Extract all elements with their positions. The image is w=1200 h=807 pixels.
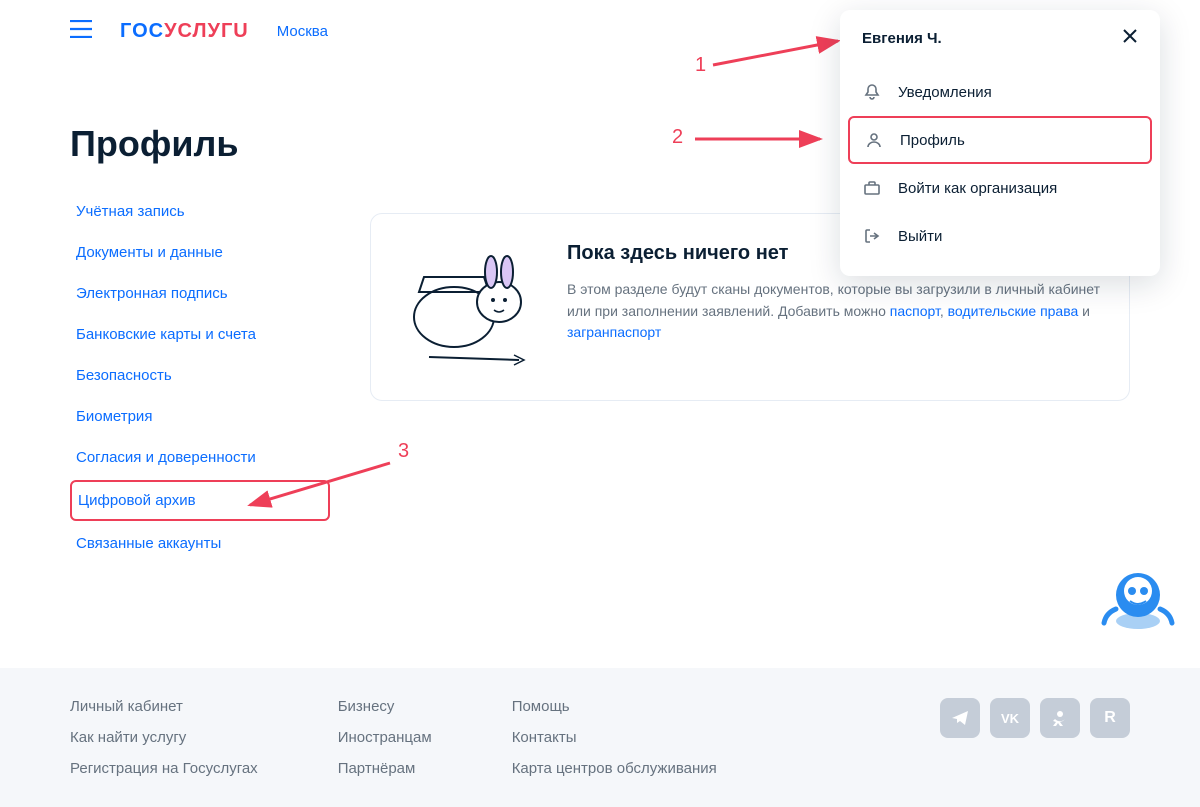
- footer-link[interactable]: Иностранцам: [338, 729, 432, 746]
- card-text-sep: и: [1078, 303, 1090, 319]
- link-intpassport[interactable]: загранпаспорт: [567, 324, 661, 340]
- dropdown-item-label: Уведомления: [898, 84, 992, 101]
- user-icon: [864, 130, 884, 150]
- dropdown-organization[interactable]: Войти как организация: [840, 164, 1160, 212]
- annotation-3: 3: [398, 440, 409, 463]
- empty-illustration: [399, 242, 549, 372]
- sidebar-item-label: Электронная подпись: [76, 285, 228, 302]
- annotation-1: 1: [695, 54, 706, 77]
- mascot-icon[interactable]: [1098, 557, 1178, 637]
- sidebar-item-label: Учётная запись: [76, 203, 185, 220]
- sidebar-item-label: Безопасность: [76, 367, 172, 384]
- sidebar-item-label: Связанные аккаунты: [76, 535, 221, 552]
- sidebar-item-label: Биометрия: [76, 408, 152, 425]
- dropdown-header: Евгения Ч.: [840, 10, 1160, 68]
- social-rutube-icon[interactable]: R: [1090, 698, 1130, 738]
- footer-link[interactable]: Партнёрам: [338, 760, 432, 777]
- footer-link[interactable]: Контакты: [512, 729, 717, 746]
- footer: Личный кабинет Как найти услугу Регистра…: [0, 668, 1200, 807]
- footer-link[interactable]: Личный кабинет: [70, 698, 258, 715]
- sidebar-item-signature[interactable]: Электронная подпись: [70, 275, 330, 312]
- menu-icon[interactable]: [70, 20, 92, 43]
- dropdown-profile[interactable]: Профиль: [848, 116, 1152, 164]
- dropdown-item-label: Войти как организация: [898, 180, 1057, 197]
- card-text: В этом разделе будут сканы документов, к…: [567, 279, 1101, 344]
- footer-col-3: Помощь Контакты Карта центров обслуживан…: [512, 698, 717, 777]
- logo-text-2: УСЛУГU: [164, 20, 249, 43]
- close-icon[interactable]: [1122, 28, 1138, 48]
- sidebar-item-label: Документы и данные: [76, 244, 223, 261]
- city-selector[interactable]: Москва: [277, 23, 328, 40]
- user-dropdown: Евгения Ч. Уведомления Профиль Войти как…: [840, 10, 1160, 276]
- sidebar-item-label: Цифровой архив: [78, 492, 196, 509]
- briefcase-icon: [862, 178, 882, 198]
- sidebar-item-archive[interactable]: Цифровой архив: [70, 480, 330, 521]
- logo-text-1: ГОС: [120, 20, 164, 43]
- footer-link[interactable]: Помощь: [512, 698, 717, 715]
- footer-link[interactable]: Регистрация на Госуслугах: [70, 760, 258, 777]
- dropdown-item-label: Выйти: [898, 228, 942, 245]
- footer-link[interactable]: Карта центров обслуживания: [512, 760, 717, 777]
- user-name: Евгения Ч.: [862, 30, 942, 47]
- sidebar: Учётная запись Документы и данные Электр…: [70, 193, 330, 566]
- card-text-sep: ,: [940, 303, 948, 319]
- annotation-2: 2: [672, 126, 683, 149]
- dropdown-logout[interactable]: Выйти: [840, 212, 1160, 260]
- socials: VK R: [940, 698, 1130, 777]
- footer-col-1: Личный кабинет Как найти услугу Регистра…: [70, 698, 258, 777]
- sidebar-item-linked[interactable]: Связанные аккаунты: [70, 525, 330, 562]
- sidebar-item-documents[interactable]: Документы и данные: [70, 234, 330, 271]
- footer-col-2: Бизнесу Иностранцам Партнёрам: [338, 698, 432, 777]
- sidebar-item-biometry[interactable]: Биометрия: [70, 398, 330, 435]
- sidebar-item-security[interactable]: Безопасность: [70, 357, 330, 394]
- sidebar-item-consents[interactable]: Согласия и доверенности: [70, 439, 330, 476]
- bell-icon: [862, 82, 882, 102]
- sidebar-item-bank[interactable]: Банковские карты и счета: [70, 316, 330, 353]
- social-ok-icon[interactable]: [1040, 698, 1080, 738]
- social-vk-icon[interactable]: VK: [990, 698, 1030, 738]
- sidebar-item-account[interactable]: Учётная запись: [70, 193, 330, 230]
- logout-icon: [862, 226, 882, 246]
- footer-link[interactable]: Бизнесу: [338, 698, 432, 715]
- dropdown-item-label: Профиль: [900, 132, 965, 149]
- link-passport[interactable]: паспорт: [890, 303, 940, 319]
- social-telegram-icon[interactable]: [940, 698, 980, 738]
- logo[interactable]: ГОСУСЛУГU: [120, 20, 249, 43]
- footer-link[interactable]: Как найти услугу: [70, 729, 258, 746]
- link-driver[interactable]: водительские права: [948, 303, 1079, 319]
- dropdown-notifications[interactable]: Уведомления: [840, 68, 1160, 116]
- sidebar-item-label: Банковские карты и счета: [76, 326, 256, 343]
- sidebar-item-label: Согласия и доверенности: [76, 449, 256, 466]
